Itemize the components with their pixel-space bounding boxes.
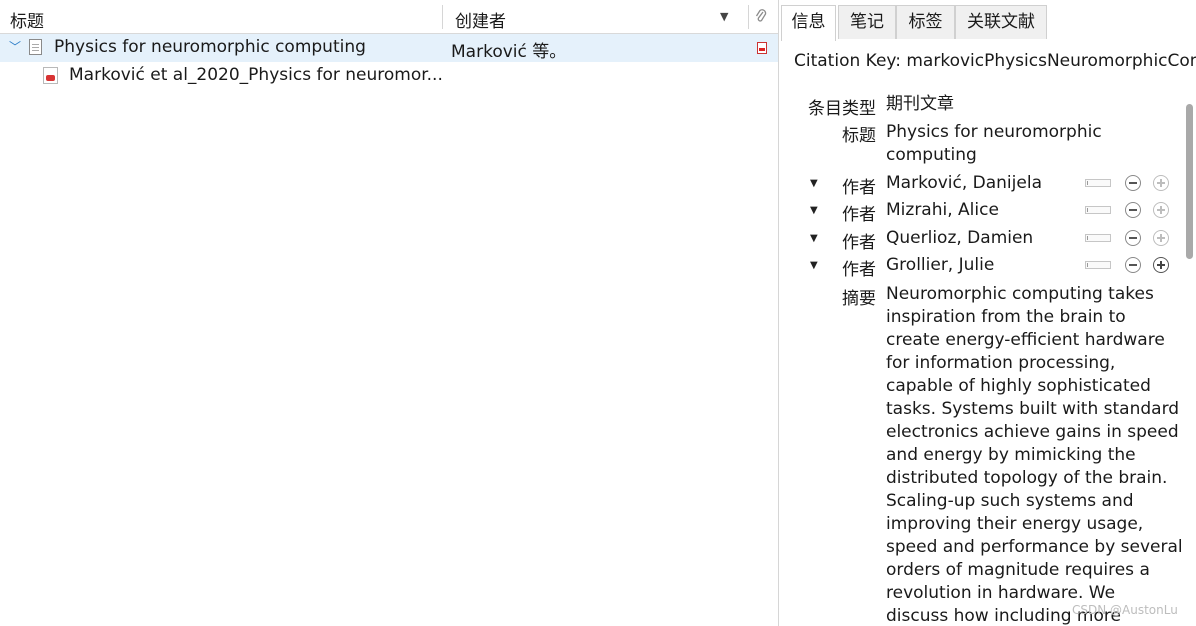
sort-descending-icon[interactable]: ▼ [720, 10, 728, 23]
remove-creator-button[interactable] [1125, 257, 1141, 273]
column-title-header[interactable]: 标题 [10, 7, 44, 32]
remove-creator-button[interactable] [1125, 230, 1141, 246]
item-detail-pane: 信息 笔记 标签 关联文献 Citation Key: markovicPhys… [779, 0, 1196, 626]
abstract-line: Neuromorphic computing takes [886, 284, 1154, 304]
author-label[interactable]: 作者 [779, 228, 876, 253]
attachment-title-cell: Marković et al_2020_Physics for neuromor… [69, 65, 443, 85]
tab-related[interactable]: 关联文献 [955, 5, 1047, 39]
tab-tags[interactable]: 标签 [896, 5, 955, 39]
table-row[interactable]: Marković et al_2020_Physics for neuromor… [0, 62, 778, 90]
table-row[interactable]: ﹀ Physics for neuromorphic computing Mar… [0, 34, 778, 62]
author-label[interactable]: 作者 [779, 173, 876, 198]
abstract-line: and energy by mimicking the [886, 445, 1136, 465]
title-value-line[interactable]: Physics for neuromorphic [886, 121, 1176, 144]
column-separator[interactable] [748, 5, 749, 29]
abstract-line: revolution in hardware. We [886, 583, 1116, 603]
chevron-down-icon[interactable]: ﹀ [9, 38, 21, 55]
abstract-line: tasks. Systems built with standard [886, 399, 1180, 419]
item-title-cell: Physics for neuromorphic computing [54, 37, 366, 57]
citation-key: Citation Key: markovicPhysicsNeuromorphi… [794, 51, 1196, 71]
scrollbar-thumb[interactable] [1186, 104, 1193, 259]
abstract-value[interactable]: Neuromorphic computing takes inspiration… [886, 283, 1183, 626]
items-pane: 标题 创建者 ▼ ﹀ Physics for neuromorphic comp… [0, 0, 778, 626]
author-label[interactable]: 作者 [779, 255, 876, 280]
tab-info[interactable]: 信息 [781, 5, 836, 41]
creator-mode-switch[interactable] [1085, 234, 1111, 242]
author-label[interactable]: 作者 [779, 200, 876, 225]
tab-notes[interactable]: 笔记 [838, 5, 896, 39]
abstract-line: capable of highly sophisticated [886, 376, 1151, 396]
creator-mode-switch[interactable] [1085, 261, 1111, 269]
remove-creator-button[interactable] [1125, 175, 1141, 191]
pdf-attachment-icon[interactable] [757, 42, 767, 54]
title-value-line[interactable]: computing [886, 144, 1176, 167]
abstract-label: 摘要 [842, 289, 876, 309]
abstract-line: electronics achieve gains in speed [886, 422, 1179, 442]
paperclip-icon[interactable] [755, 8, 767, 28]
abstract-line: improving their energy usage, [886, 514, 1144, 534]
creator-mode-switch[interactable] [1085, 179, 1111, 187]
abstract-line: inspiration from the brain to [886, 307, 1126, 327]
journal-article-icon [29, 39, 42, 55]
column-creator-header[interactable]: 创建者 [455, 7, 506, 32]
item-type-label: 条目类型 [808, 99, 876, 119]
item-type-value[interactable]: 期刊文章 [886, 93, 1176, 116]
column-separator[interactable] [442, 5, 443, 29]
add-creator-button[interactable] [1153, 175, 1169, 191]
abstract-line: for information processing, [886, 353, 1116, 373]
creator-mode-switch[interactable] [1085, 206, 1111, 214]
vertical-scrollbar[interactable] [1183, 84, 1195, 626]
abstract-line: create energy-efficient hardware [886, 330, 1165, 350]
tab-bar: 信息 笔记 标签 关联文献 [779, 0, 1196, 41]
add-creator-button[interactable] [1153, 230, 1169, 246]
abstract-line: distributed topology of the brain. [886, 468, 1168, 488]
abstract-line: Scaling-up such systems and [886, 491, 1134, 511]
add-creator-button[interactable] [1153, 257, 1169, 273]
pdf-file-icon [43, 67, 58, 84]
title-label: 标题 [842, 126, 876, 146]
abstract-line: orders of magnitude requires a [886, 560, 1150, 580]
column-header: 标题 创建者 ▼ [0, 0, 778, 34]
abstract-line: speed and performance by several [886, 537, 1183, 557]
add-creator-button[interactable] [1153, 202, 1169, 218]
item-creator-cell: Marković 等。 [451, 42, 567, 62]
watermark: CSDN @AustonLu [1072, 603, 1178, 617]
remove-creator-button[interactable] [1125, 202, 1141, 218]
